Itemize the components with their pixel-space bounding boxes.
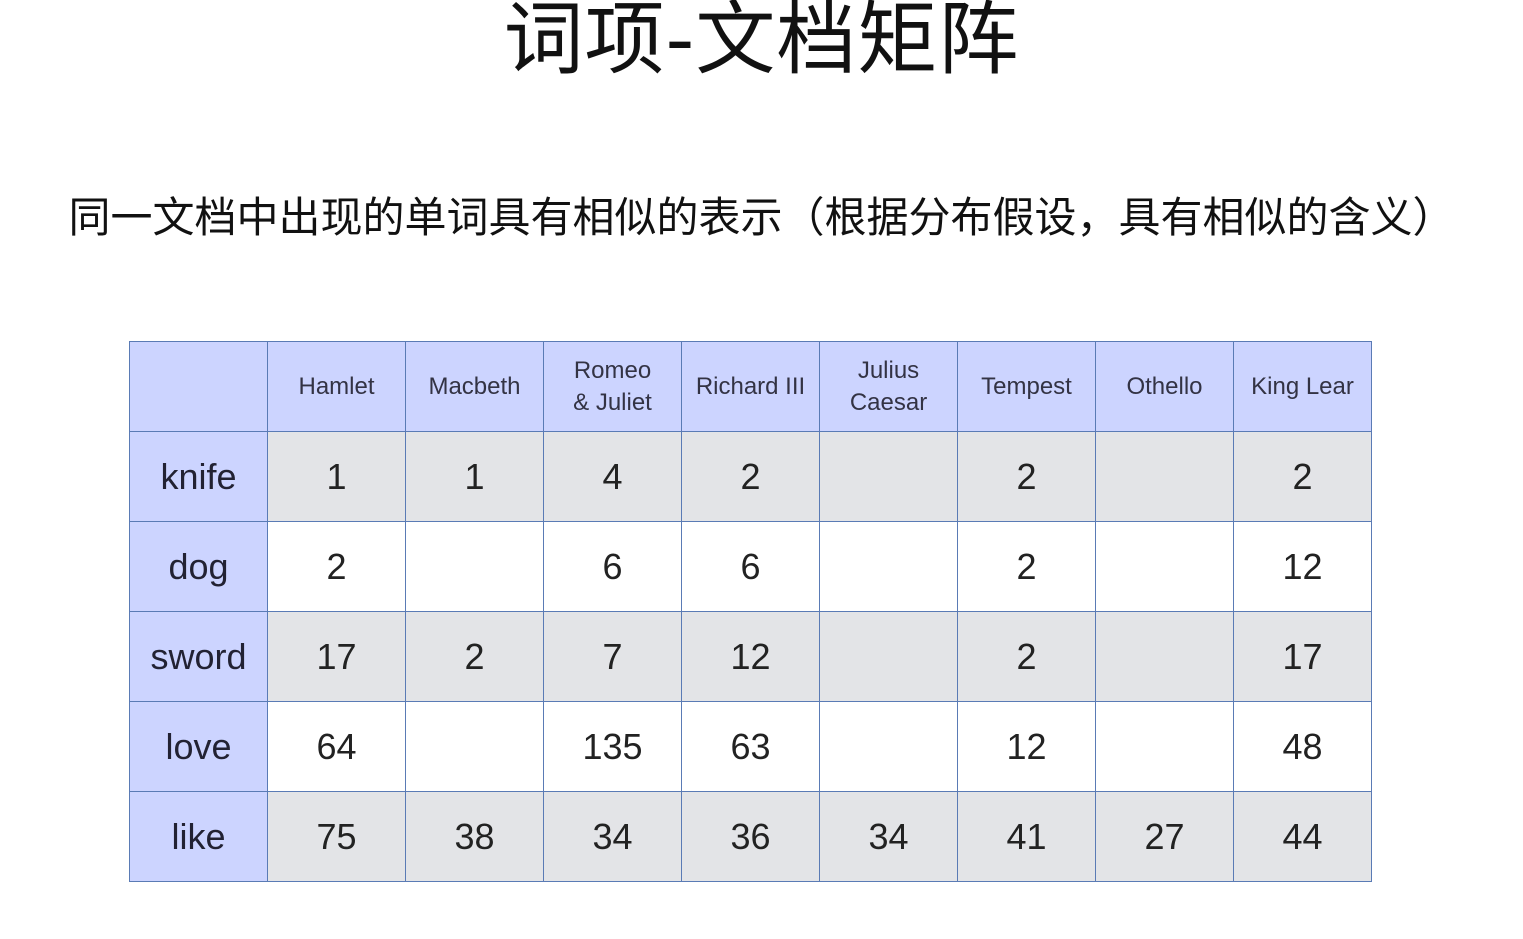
count-cell: 2 [957,431,1096,522]
column-header-macbeth: Macbeth [405,341,544,432]
count-cell: 2 [957,521,1096,612]
table-row: knife 1 1 4 2 2 2 [129,431,1372,522]
table-row: love 64 135 63 12 48 [129,701,1372,792]
count-cell [1095,611,1234,702]
count-cell: 2 [681,431,820,522]
count-cell: 2 [267,521,406,612]
count-cell: 1 [267,431,406,522]
count-cell [1095,431,1234,522]
table-row: sword 17 2 7 12 2 17 [129,611,1372,702]
count-cell [819,521,958,612]
row-header-term: dog [129,521,268,612]
count-cell: 1 [405,431,544,522]
count-cell: 12 [681,611,820,702]
corner-cell [129,341,268,432]
count-cell: 38 [405,791,544,882]
count-cell: 6 [681,521,820,612]
count-cell: 12 [1233,521,1372,612]
header-row: Hamlet Macbeth Romeo & Juliet Richard III… [129,341,1372,432]
term-document-matrix: Hamlet Macbeth Romeo & Juliet Richard III… [129,341,1372,882]
column-header-romeo-juliet: Romeo & Juliet [543,341,682,432]
row-header-term: sword [129,611,268,702]
count-cell: 63 [681,701,820,792]
count-cell: 34 [819,791,958,882]
count-cell: 2 [1233,431,1372,522]
count-cell [819,701,958,792]
count-cell: 2 [405,611,544,702]
row-header-term: like [129,791,268,882]
count-cell: 64 [267,701,406,792]
count-cell: 75 [267,791,406,882]
count-cell: 41 [957,791,1096,882]
count-cell [405,701,544,792]
count-cell: 2 [957,611,1096,702]
column-header-tempest: Tempest [957,341,1096,432]
row-header-term: knife [129,431,268,522]
column-header-othello: Othello [1095,341,1234,432]
column-header-king-lear: King Lear [1233,341,1372,432]
slide-subtitle: 同一文档中出现的单词具有相似的表示（根据分布假设，具有相似的含义） [68,193,1455,242]
count-cell: 7 [543,611,682,702]
count-cell [819,431,958,522]
count-cell: 135 [543,701,682,792]
column-header-hamlet: Hamlet [267,341,406,432]
count-cell [1095,521,1234,612]
count-cell: 12 [957,701,1096,792]
table-row: like 75 38 34 36 34 41 27 44 [129,791,1372,882]
table-row: dog 2 6 6 2 12 [129,521,1372,612]
slide-title: 词项-文档矩阵 [503,0,1020,86]
count-cell: 34 [543,791,682,882]
count-cell: 48 [1233,701,1372,792]
count-cell: 36 [681,791,820,882]
count-cell [819,611,958,702]
count-cell: 44 [1233,791,1372,882]
count-cell: 27 [1095,791,1234,882]
row-header-term: love [129,701,268,792]
count-cell: 17 [1233,611,1372,702]
count-cell [1095,701,1234,792]
count-cell [405,521,544,612]
count-cell: 4 [543,431,682,522]
column-header-richard-iii: Richard III [681,341,820,432]
count-cell: 17 [267,611,406,702]
column-header-julius-caesar: Julius Caesar [819,341,958,432]
count-cell: 6 [543,521,682,612]
